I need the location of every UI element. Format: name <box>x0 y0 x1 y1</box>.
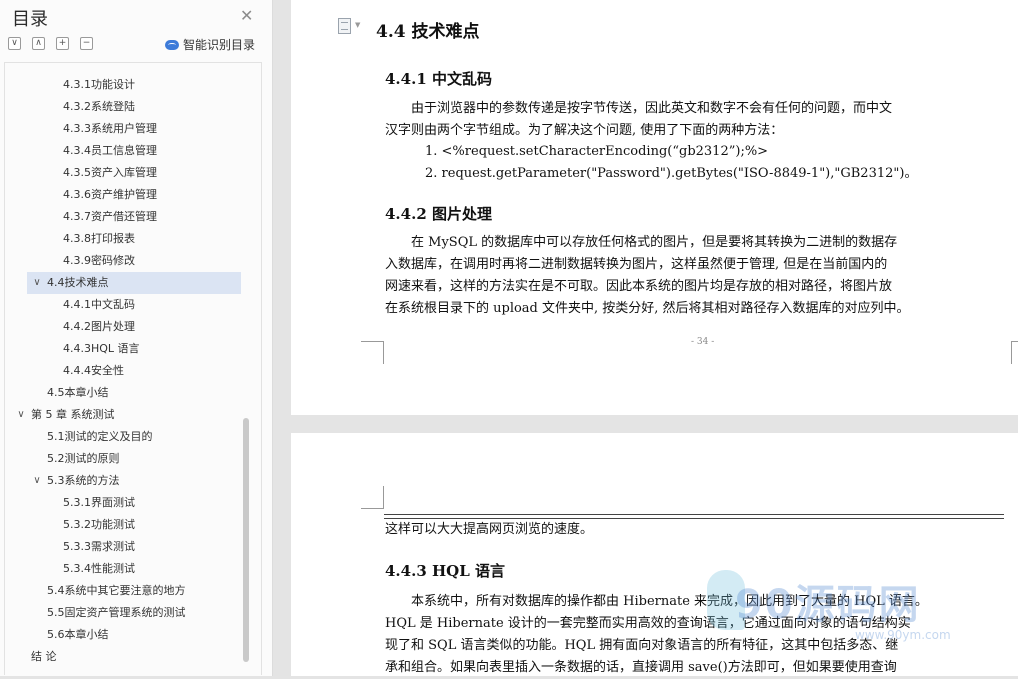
page-corner-mark <box>361 486 384 509</box>
list-item: 1. <%request.setCharacterEncoding(“gb231… <box>425 144 769 159</box>
toc-item[interactable]: 5.3.3需求测试 <box>5 536 245 558</box>
paragraph-continuation: 这样可以大大提高网页浏览的速度。 <box>385 519 1005 541</box>
chevron-down-icon[interactable]: ∨ <box>15 404 27 426</box>
toc-item[interactable]: 4.3.4员工信息管理 <box>5 140 245 162</box>
toc-item[interactable]: 5.5固定资产管理系统的测试 <box>5 602 245 624</box>
toc-item[interactable]: 4.3.8打印报表 <box>5 228 245 250</box>
toc-item[interactable]: 4.4.4安全性 <box>5 360 245 382</box>
heading-4-4-3: 4.4.3 HQL 语言 <box>385 562 505 580</box>
toc-item[interactable]: 4.4.2图片处理 <box>5 316 245 338</box>
toc-item[interactable]: 5.4系统中其它要注意的地方 <box>5 580 245 602</box>
paragraph-4-4-1: 由于浏览器中的参数传递是按字节传送，因此英文和数字不会有任何的问题，而中文 汉字… <box>385 98 1015 142</box>
page-34: ▼ 4.4 技术难点 4.4.1 中文乱码 由于浏览器中的参数传递是按字节传送，… <box>291 0 1018 415</box>
toc-item[interactable]: 5.3.2功能测试 <box>5 514 245 536</box>
heading-4-4-1: 4.4.1 中文乱码 <box>385 70 492 88</box>
list-item: 2. request.getParameter("Password").getB… <box>425 166 918 181</box>
toc-item[interactable]: 4.3.5资产入库管理 <box>5 162 245 184</box>
toc-tree: 4.3.1功能设计 4.3.2系统登陆 4.3.3系统用户管理 4.3.4员工信… <box>4 62 262 675</box>
watermark-url: www.90ym.com <box>855 628 951 642</box>
heading-4-4-2: 4.4.2 图片处理 <box>385 205 492 223</box>
toc-item[interactable]: 4.3.9密码修改 <box>5 250 245 272</box>
header-rule <box>384 514 1004 515</box>
dropdown-arrow-icon[interactable]: ▼ <box>355 21 360 29</box>
toc-item[interactable]: 结 论 <box>5 646 245 668</box>
toc-item[interactable]: 4.5本章小结 <box>5 382 245 404</box>
toc-scrollbar[interactable] <box>243 418 249 662</box>
smart-recognize-label: 智能识别目录 <box>183 38 256 52</box>
toc-item[interactable]: 4.3.3系统用户管理 <box>5 118 245 140</box>
page-number: - 34 - <box>691 337 715 347</box>
toc-item[interactable]: 4.4.1中文乱码 <box>5 294 245 316</box>
toc-item[interactable]: 5.3.1界面测试 <box>5 492 245 514</box>
toc-item[interactable]: 5.3.4性能测试 <box>5 558 245 580</box>
document-outline-icon[interactable] <box>338 18 351 34</box>
toc-item[interactable]: 5.1测试的定义及目的 <box>5 426 245 448</box>
watermark: 90源码网 <box>735 582 921 628</box>
text-line: 在 MySQL 的数据库中可以存放任何格式的图片，但是要将其转换为二进制的数据存 <box>411 235 898 250</box>
toc-item[interactable]: 5.6本章小结 <box>5 624 245 646</box>
text-line: 这样可以大大提高网页浏览的速度。 <box>385 522 594 537</box>
toc-panel: 目录 ✕ ∨ ∧ + − 智能识别目录 4.3.1功能设计 4.3.2系统登陆 … <box>0 0 273 676</box>
toc-item[interactable]: ∨ 5.3系统的方法 <box>5 470 245 492</box>
toc-item[interactable]: 5.2测试的原则 <box>5 448 245 470</box>
toc-item-selected[interactable]: ∨ 4.4技术难点 <box>27 272 241 294</box>
smart-recognize-toc-button[interactable]: 智能识别目录 <box>165 36 255 53</box>
text-line: 入数据库，在调用时再将二进制数据转换为图片，这样虽然便于管理, 但是在当前国内的 <box>385 257 888 272</box>
chevron-down-icon[interactable]: ∨ <box>31 272 43 294</box>
remove-level-icon[interactable]: − <box>80 37 93 50</box>
text-line: 网速来看，这样的方法实在是不可取。因此本系统的图片均是存放的相对路径，将图片放 <box>385 279 893 294</box>
text-line: 在系统根目录下的 upload 文件夹中, 按类分好, 然后将其相对路径存入数据… <box>385 301 910 316</box>
toc-item[interactable]: 4.3.1功能设计 <box>5 74 245 96</box>
toc-item[interactable]: 4.3.2系统登陆 <box>5 96 245 118</box>
page-corner-mark <box>361 341 384 364</box>
chevron-down-icon[interactable]: ∨ <box>31 470 43 492</box>
add-level-icon[interactable]: + <box>56 37 69 50</box>
paragraph-4-4-2: 在 MySQL 的数据库中可以存放任何格式的图片，但是要将其转换为二进制的数据存… <box>385 232 1015 320</box>
expand-up-icon[interactable]: ∧ <box>32 37 45 50</box>
close-icon[interactable]: ✕ <box>240 6 253 26</box>
toc-title: 目录 <box>12 9 48 30</box>
smart-toc-icon <box>165 39 179 50</box>
toc-item[interactable]: 4.3.7资产借还管理 <box>5 206 245 228</box>
text-line: 汉字则由两个字节组成。为了解决这个问题, 使用了下面的两种方法： <box>385 123 784 138</box>
toc-item[interactable]: ∨ 第 5 章 系统测试 <box>5 404 245 426</box>
text-line: 由于浏览器中的参数传递是按字节传送，因此英文和数字不会有任何的问题，而中文 <box>411 101 893 116</box>
collapse-all-icon[interactable]: ∨ <box>8 37 21 50</box>
heading-4-4: 4.4 技术难点 <box>376 22 480 42</box>
toc-item[interactable]: 4.4.3HQL 语言 <box>5 338 245 360</box>
page-corner-mark <box>1011 341 1018 364</box>
toc-item[interactable]: 4.3.6资产维护管理 <box>5 184 245 206</box>
